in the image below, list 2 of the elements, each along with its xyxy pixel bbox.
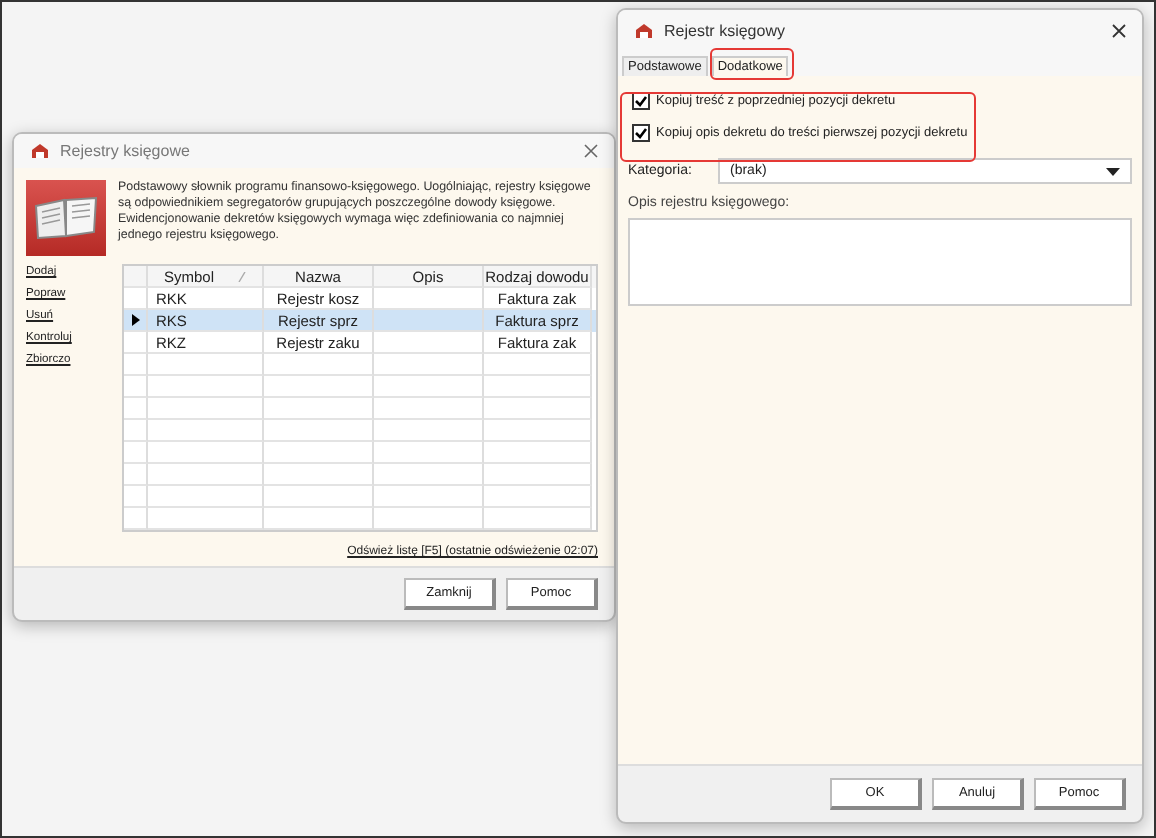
window-title: Rejestry księgowe	[60, 142, 192, 161]
window-title: Rejestr księgowy	[664, 21, 787, 39]
